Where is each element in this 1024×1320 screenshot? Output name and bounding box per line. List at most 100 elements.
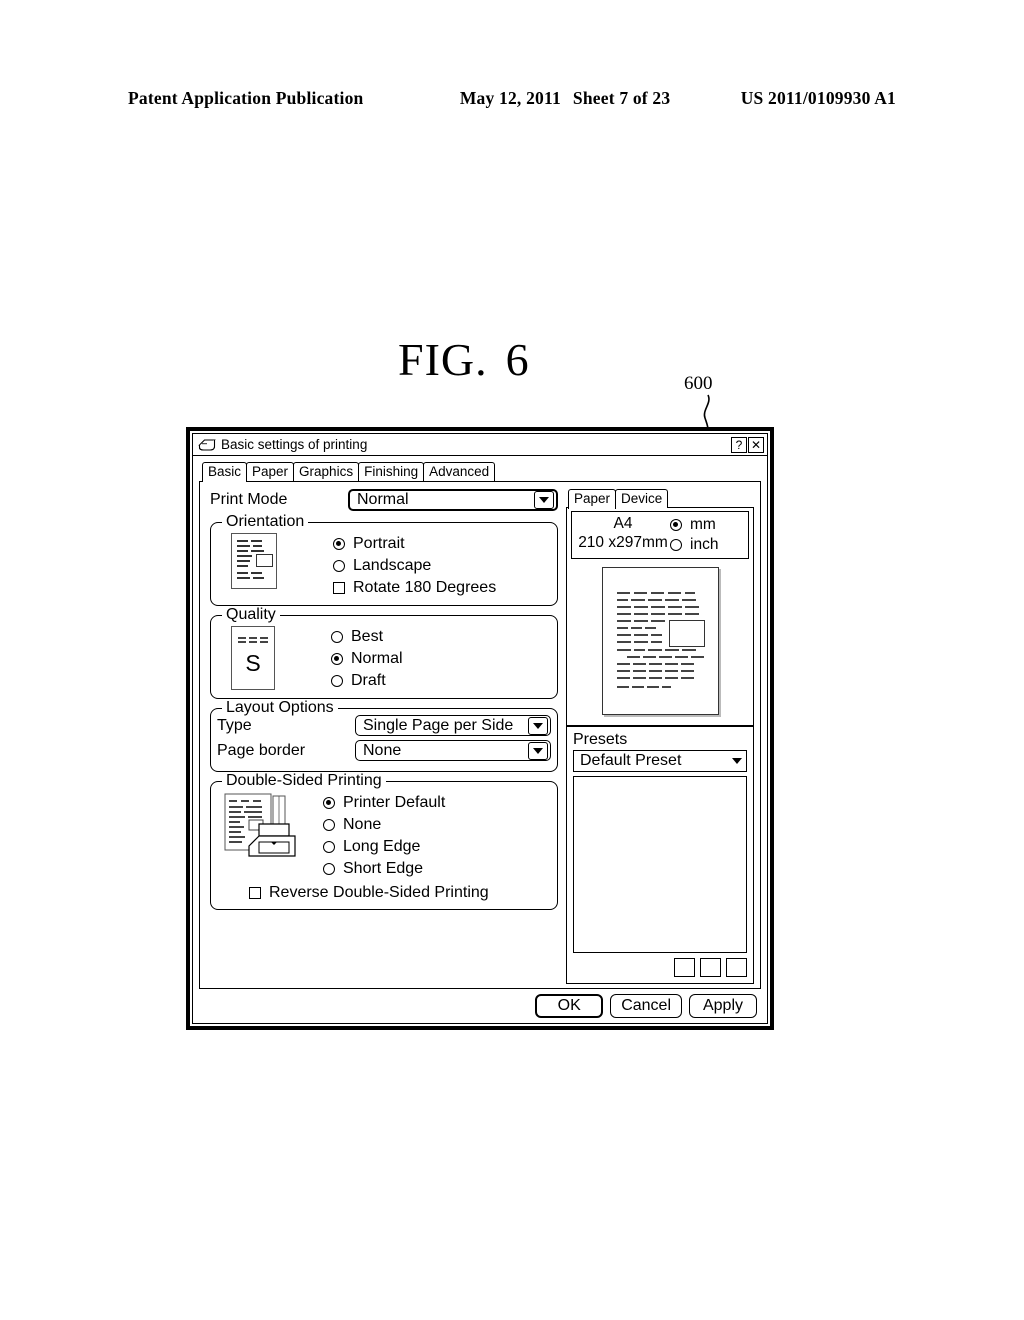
tab-finishing[interactable]: Finishing (358, 462, 425, 481)
presets-button-2[interactable] (700, 958, 721, 977)
chevron-down-icon[interactable] (732, 758, 742, 764)
double-sided-printing-group: Double-Sided Printing Printer Default No… (210, 772, 558, 910)
tab-paper[interactable]: Paper (246, 462, 295, 481)
dialog-body: Basic Paper Graphics Finishing Advanced … (193, 456, 767, 1023)
print-settings-dialog: Basic settings of printing ? ✕ Basic Pap… (186, 427, 774, 1030)
tab-advanced[interactable]: Advanced (423, 462, 496, 481)
paper-name: A4 (613, 515, 633, 532)
orientation-option-landscape[interactable]: Landscape (333, 555, 496, 576)
duplex-printer-icon (224, 793, 296, 857)
reverse-double-sided-row[interactable]: Reverse Double-Sided Printing (249, 882, 551, 903)
orientation-rotate180-label: Rotate 180 Degrees (353, 579, 497, 596)
dialog-inner-frame: Basic settings of printing ? ✕ Basic Pap… (192, 433, 768, 1024)
paper-info-inner: A4 210 x297mm mm inch (571, 511, 749, 559)
cancel-button[interactable]: Cancel (610, 994, 682, 1018)
quality-option-best[interactable]: Best (331, 626, 403, 647)
publication-date: May 12, 2011 (459, 88, 561, 108)
quality-draft-label: Draft (351, 672, 386, 689)
radio-icon[interactable] (333, 537, 345, 550)
unit-option-mm[interactable]: mm (670, 515, 744, 534)
radio-icon[interactable] (323, 818, 335, 831)
paper-info-panel: A4 210 x297mm mm inch (566, 507, 754, 726)
radio-icon[interactable] (333, 559, 345, 572)
duplex-printer-default-label: Printer Default (343, 794, 446, 811)
dialog-title: Basic settings of printing (221, 436, 368, 452)
right-column: Paper Device A4 210 x297mm mm inch Prese… (566, 488, 754, 984)
radio-icon[interactable] (331, 674, 343, 687)
close-icon[interactable]: ✕ (748, 436, 764, 453)
apply-button[interactable]: Apply (689, 994, 757, 1018)
unit-option-inch[interactable]: inch (670, 535, 744, 554)
figure-label: FIG. 6 (398, 333, 530, 386)
page-border-label: Page border (217, 741, 306, 759)
tab-basic[interactable]: Basic (202, 462, 248, 482)
duplex-option-printer-default[interactable]: Printer Default (323, 792, 445, 813)
presets-button-1[interactable] (674, 958, 695, 977)
print-mode-row: Print Mode Normal (210, 489, 558, 511)
orientation-option-rotate180[interactable]: Rotate 180 Degrees (333, 577, 496, 598)
chevron-down-icon[interactable] (534, 491, 554, 509)
radio-icon[interactable] (670, 538, 682, 551)
quality-preview-icon: S (231, 626, 275, 690)
print-mode-combobox[interactable]: Normal (348, 489, 558, 511)
duplex-option-short-edge[interactable]: Short Edge (323, 858, 445, 879)
double-sided-options: Printer Default None Long Edge Short Edg… (323, 792, 445, 880)
duplex-option-none[interactable]: None (323, 814, 445, 835)
paper-dimensions: 210 x297mm (578, 534, 668, 551)
chevron-down-icon[interactable] (528, 741, 548, 760)
checkbox-icon[interactable] (333, 581, 345, 594)
print-mode-label: Print Mode (210, 491, 288, 508)
orientation-options: Portrait Landscape Rotate 180 Degrees (333, 533, 496, 599)
layout-type-label: Type (217, 716, 252, 734)
unit-mm-label: mm (690, 516, 716, 533)
ok-button[interactable]: OK (535, 994, 604, 1018)
presets-list[interactable] (573, 776, 747, 953)
double-sided-content: Printer Default None Long Edge Short Edg… (217, 786, 551, 880)
dialog-footer: OK Cancel Apply (199, 989, 761, 1019)
printer-icon (198, 438, 216, 451)
quality-option-draft[interactable]: Draft (331, 670, 403, 691)
radio-icon[interactable] (323, 840, 335, 853)
presets-selected-value: Default Preset (580, 752, 682, 769)
help-button[interactable]: ? (731, 436, 747, 453)
duplex-short-edge-label: Short Edge (343, 860, 424, 877)
duplex-long-edge-label: Long Edge (343, 838, 421, 855)
publication-label: Patent Application Publication (128, 88, 364, 108)
unit-inch-label: inch (690, 536, 719, 553)
reference-numeral-600: 600 (684, 373, 713, 394)
radio-icon[interactable] (331, 652, 343, 665)
duplex-option-long-edge[interactable]: Long Edge (323, 836, 445, 857)
sheet-number: Sheet 7 of 23 (572, 88, 671, 108)
layout-options-rows: Type Single Page per Side Page border No… (217, 713, 551, 761)
page-border-value: None (363, 741, 402, 759)
quality-group: Quality S Best Normal Draft (210, 606, 558, 699)
presets-title: Presets (573, 731, 628, 748)
checkbox-icon[interactable] (249, 886, 261, 899)
tab-device-panel[interactable]: Device (615, 489, 669, 508)
chevron-down-icon[interactable] (528, 716, 548, 735)
quality-group-title: Quality (222, 606, 280, 624)
presets-button-3[interactable] (726, 958, 747, 977)
double-sided-group-title: Double-Sided Printing (222, 772, 386, 790)
quality-icon-letter: S (245, 650, 261, 676)
orientation-option-portrait[interactable]: Portrait (333, 533, 496, 554)
layout-type-value: Single Page per Side (363, 716, 514, 734)
page-preview (601, 567, 719, 715)
orientation-group-title: Orientation (222, 513, 309, 531)
page-border-row: Page border None (217, 740, 551, 761)
layout-type-combobox[interactable]: Single Page per Side (355, 715, 551, 736)
quality-options: Best Normal Draft (331, 626, 403, 692)
tab-panel-basic: Print Mode Normal Orientation Portrait L… (199, 481, 761, 989)
tab-paper-panel[interactable]: Paper (568, 489, 617, 509)
left-column: Print Mode Normal Orientation Portrait L… (206, 488, 558, 984)
page-border-combobox[interactable]: None (355, 740, 551, 761)
radio-icon[interactable] (323, 796, 335, 809)
quality-content: S Best Normal Draft (217, 620, 551, 692)
radio-icon[interactable] (331, 630, 343, 643)
quality-option-normal[interactable]: Normal (331, 648, 403, 669)
dialog-titlebar[interactable]: Basic settings of printing ? ✕ (193, 434, 767, 456)
radio-icon[interactable] (323, 862, 335, 875)
tab-graphics[interactable]: Graphics (293, 462, 360, 481)
presets-combobox[interactable]: Default Preset (573, 750, 747, 772)
radio-icon[interactable] (670, 518, 682, 531)
